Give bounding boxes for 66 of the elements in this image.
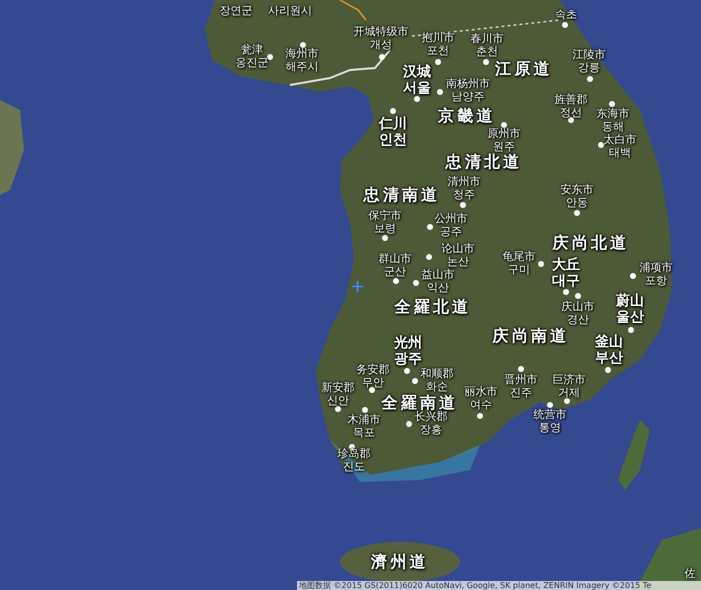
city-label: 长兴郡 장흥 bbox=[414, 411, 448, 436]
city-label: 江陵市 강릉 bbox=[572, 49, 606, 74]
city-label: 大丘 대구 bbox=[552, 257, 580, 290]
city-label: 瓮津 옹진군 bbox=[236, 44, 268, 70]
city-label: 群山市 군산 bbox=[378, 253, 412, 278]
city-label: 东海市 동해 bbox=[596, 108, 630, 134]
city-dot-icon bbox=[563, 289, 569, 295]
city-label: 开城特级市 개성 bbox=[354, 26, 408, 52]
city-dot-icon bbox=[574, 210, 580, 216]
region-label: 京畿道 bbox=[438, 107, 496, 126]
map-attribution: 地图数据 ©2015 GS(2011)6020 AutoNavi, Google, SK planet, ZENRIN Imagery ©2015 Te bbox=[297, 581, 701, 590]
city-label: 蔚山 울산 bbox=[616, 293, 644, 326]
city-label: 务安郡 무안 bbox=[356, 364, 390, 390]
city-dot-icon bbox=[369, 387, 375, 393]
city-dot-icon bbox=[460, 202, 466, 208]
city-label: 和顺郡 화순 bbox=[420, 368, 454, 394]
city-label: 统营市 통영 bbox=[534, 409, 566, 434]
region-label: 庆尚南道 bbox=[492, 327, 570, 346]
city-dot-icon bbox=[267, 54, 273, 60]
city-dot-icon bbox=[393, 278, 399, 284]
city-label: 益山市 익산 bbox=[422, 269, 454, 294]
city-label: 仁川 인천 bbox=[379, 116, 407, 148]
city-label: 巨济市 거제 bbox=[552, 374, 586, 400]
city-label: 珍岛郡 진도 bbox=[338, 448, 370, 474]
city-label: 龟尾市 구미 bbox=[502, 251, 536, 276]
city-label: 海州市 해주시 bbox=[286, 48, 318, 74]
region-label: 庆尚北道 bbox=[552, 234, 630, 252]
city-label: 속초 bbox=[555, 9, 577, 22]
city-dot-icon bbox=[483, 59, 489, 65]
city-label: 原州市 원주 bbox=[488, 128, 520, 154]
region-label: 忠清北道 bbox=[446, 153, 522, 172]
city-label: 庆山市 경산 bbox=[562, 301, 594, 326]
city-dot-icon bbox=[382, 235, 388, 241]
city-label: 清州市 청주 bbox=[448, 176, 480, 202]
city-label: 春川市 춘천 bbox=[470, 33, 504, 58]
city-dot-icon bbox=[564, 398, 570, 404]
city-label: 釜山 부산 bbox=[595, 334, 623, 366]
city-label: 木浦市 목포 bbox=[348, 414, 380, 440]
city-label: 南杨州市 남양주 bbox=[446, 78, 490, 104]
city-label: 汉城 서울 bbox=[403, 64, 431, 96]
city-label: 公州市 공주 bbox=[434, 213, 468, 238]
city-label: 佐 bbox=[684, 568, 696, 581]
city-label: 太白市 태백 bbox=[604, 134, 636, 160]
city-dot-icon bbox=[335, 406, 341, 412]
city-dot-icon bbox=[562, 22, 568, 28]
city-label: 保宁市 보령 bbox=[368, 210, 402, 236]
city-label: 浦项市 포항 bbox=[640, 262, 672, 288]
city-dot-icon bbox=[605, 367, 611, 373]
city-dot-icon bbox=[404, 368, 410, 374]
city-label: 光州 광주 bbox=[394, 335, 422, 368]
city-label: 抱川市 포천 bbox=[422, 32, 454, 58]
crosshair-icon bbox=[352, 281, 363, 292]
region-label: 江原道 bbox=[495, 60, 553, 78]
city-label: 旌善郡 정선 bbox=[554, 94, 588, 120]
city-label: 新安郡 신안 bbox=[322, 382, 354, 408]
region-label: 全羅北道 bbox=[394, 298, 472, 316]
region-label: 全羅南道 bbox=[382, 394, 458, 412]
region-label: 濟州道 bbox=[371, 553, 429, 572]
city-label: 论山市 논산 bbox=[442, 243, 474, 268]
region-label: 忠清南道 bbox=[364, 186, 440, 204]
city-label: 사리원시 bbox=[268, 5, 312, 18]
city-dot-icon bbox=[414, 96, 420, 102]
city-label: 安东市 안동 bbox=[560, 184, 594, 210]
city-label: 丽水市 여수 bbox=[464, 386, 498, 412]
city-label: 장연군 bbox=[220, 5, 252, 18]
city-label: 晋州市 진주 bbox=[504, 374, 538, 400]
